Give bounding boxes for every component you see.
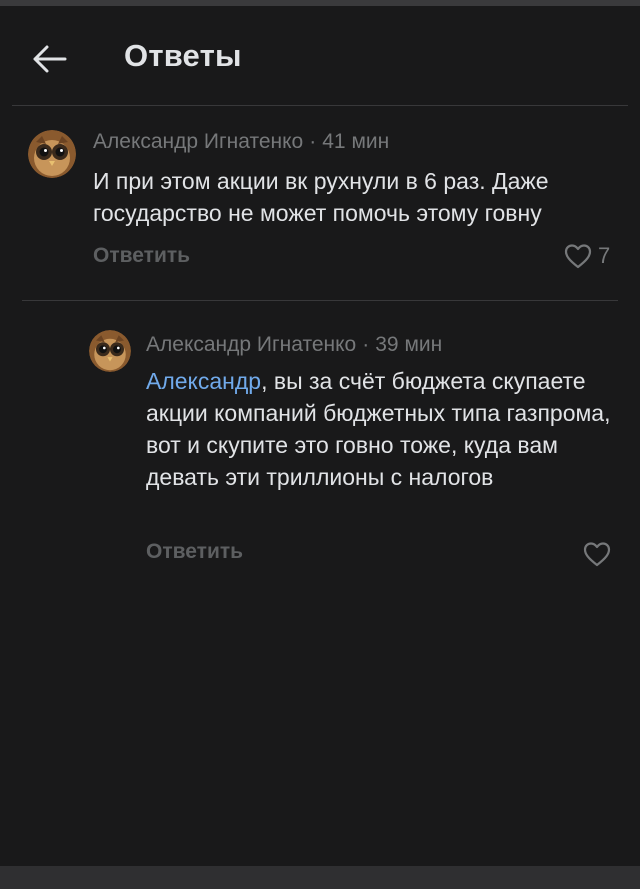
meta-separator: ·: [309, 130, 317, 153]
comment-divider: [22, 300, 618, 301]
owl-avatar-icon: [89, 330, 131, 372]
like-button[interactable]: [583, 541, 611, 567]
comment-text: Александр, вы за счёт бюджета скупаете а…: [146, 365, 620, 493]
reply-button[interactable]: Ответить: [93, 244, 190, 268]
owl-avatar-icon: [28, 130, 76, 178]
heart-outline-icon: [583, 542, 611, 567]
avatar[interactable]: [89, 330, 131, 372]
comment-text: И при этом акции вк рухнули в 6 раз. Даж…: [93, 168, 549, 226]
bottom-bar: [0, 866, 640, 889]
header-divider: [12, 105, 628, 106]
meta-separator: ·: [362, 333, 370, 356]
reply-button[interactable]: Ответить: [146, 540, 243, 564]
arrow-left-icon: [33, 45, 67, 73]
mention-link[interactable]: Александр: [146, 368, 261, 394]
author-name[interactable]: Александр Игнатенко: [146, 333, 356, 356]
comment-time: 41 мин: [322, 130, 390, 153]
like-count: 7: [598, 243, 611, 268]
comment-meta: Александр Игнатенко · 41 мин: [93, 130, 389, 154]
header: Ответы: [0, 6, 640, 106]
comment-meta: Александр Игнатенко · 39 мин: [146, 333, 442, 357]
comment-time: 39 мин: [375, 333, 443, 356]
avatar[interactable]: [28, 130, 76, 178]
author-name[interactable]: Александр Игнатенко: [93, 130, 303, 153]
back-button[interactable]: [26, 36, 72, 82]
page-title: Ответы: [124, 38, 242, 73]
heart-outline-icon: [564, 244, 592, 269]
like-button[interactable]: 7: [564, 243, 610, 269]
